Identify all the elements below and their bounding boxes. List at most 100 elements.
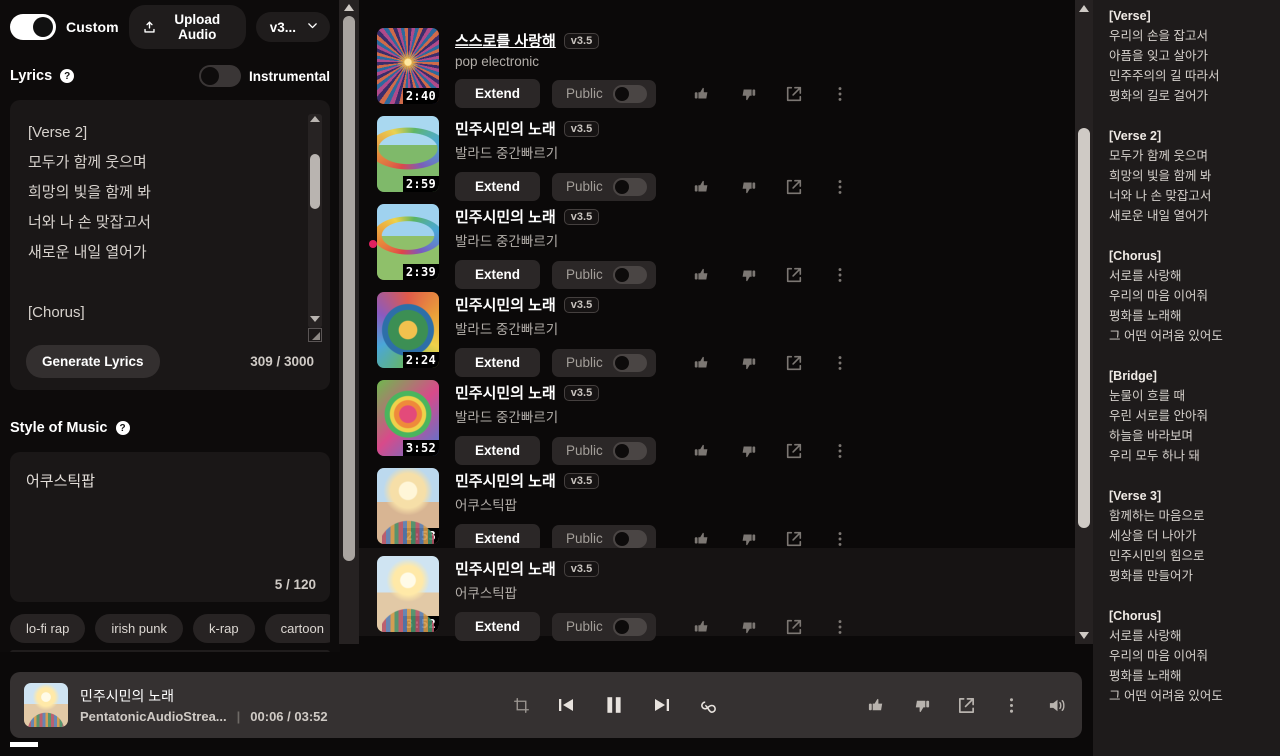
table-row[interactable]: 2:39 민주시민의 노래 v3.5 발라드 중간빠르기 Extend Public [359, 196, 1075, 289]
song-title[interactable]: 민주시민의 노래 [455, 558, 556, 579]
lyrics-textarea[interactable]: [Verse 2] 모두가 함께 웃으며 희망의 빛을 함께 봐 너와 나 손 … [28, 118, 314, 323]
lyrics-scroll-thumb[interactable] [310, 154, 320, 209]
song-thumbnail[interactable]: 2:59 [377, 116, 439, 192]
public-switch[interactable] [612, 529, 647, 548]
public-switch[interactable] [612, 177, 647, 196]
more-options-icon[interactable] [830, 353, 850, 373]
thumbs-down-icon[interactable] [912, 696, 931, 715]
table-row[interactable]: 2:24 민주시민의 노래 v3.5 발라드 중간빠르기 Extend Public [359, 284, 1075, 377]
extend-button[interactable]: Extend [455, 612, 541, 641]
next-icon[interactable] [652, 695, 672, 715]
thumbs-down-icon[interactable] [738, 353, 758, 373]
thumbs-down-icon[interactable] [738, 617, 758, 637]
more-options-icon[interactable] [830, 441, 850, 461]
public-switch[interactable] [612, 84, 647, 103]
share-icon[interactable] [784, 529, 804, 549]
song-title[interactable]: 민주시민의 노래 [455, 382, 556, 403]
lyrics-panel-scroll-thumb[interactable] [1078, 128, 1090, 528]
song-info: 민주시민의 노래 v3.5 발라드 중간빠르기 Extend Public [455, 116, 1075, 201]
thumbs-up-icon[interactable] [692, 84, 712, 104]
chips-horizontal-scrollbar[interactable] [10, 650, 330, 652]
scroll-up-icon[interactable] [310, 116, 320, 126]
thumbs-up-icon[interactable] [692, 177, 712, 197]
table-row[interactable]: 2:28 Extend Public [359, 0, 1075, 20]
more-options-icon[interactable] [830, 617, 850, 637]
song-thumbnail[interactable]: 2:24 [377, 292, 439, 368]
share-icon[interactable] [784, 84, 804, 104]
upload-audio-button[interactable]: Upload Audio [128, 5, 246, 49]
more-options-icon[interactable] [830, 84, 850, 104]
scroll-up-icon[interactable] [1079, 5, 1089, 12]
song-title[interactable]: 민주시민의 노래 [455, 470, 556, 491]
scroll-up-icon[interactable] [344, 4, 354, 11]
style-chip[interactable]: lo-fi rap [10, 613, 86, 643]
lyrics-panel-scrollbar[interactable] [1075, 0, 1093, 644]
song-thumbnail[interactable]: 3:52 [377, 380, 439, 456]
song-thumbnail[interactable]: 3:52 [377, 556, 439, 632]
thumbs-up-icon[interactable] [867, 696, 886, 715]
player-thumbnail[interactable] [24, 683, 68, 727]
more-options-icon[interactable] [830, 177, 850, 197]
public-visibility-toggle[interactable]: Public [552, 79, 656, 108]
public-switch[interactable] [612, 441, 647, 460]
table-row[interactable]: 3:52 민주시민의 노래 v3.5 발라드 중간빠르기 Extend Public [359, 372, 1075, 465]
song-title[interactable]: 민주시민의 노래 [455, 206, 556, 227]
song-thumbnail[interactable]: 2:53 [377, 468, 439, 544]
volume-icon[interactable] [1047, 696, 1068, 715]
scroll-down-icon[interactable] [1079, 632, 1089, 639]
public-visibility-toggle[interactable]: Public [552, 612, 656, 641]
public-switch[interactable] [612, 617, 647, 636]
thumbs-up-icon[interactable] [692, 353, 712, 373]
instrumental-toggle[interactable] [198, 65, 241, 87]
share-icon[interactable] [784, 441, 804, 461]
table-row[interactable]: 2:40 스스로를 사랑해 v3.5 pop electronic Extend Publ… [359, 20, 1075, 108]
thumbs-up-icon[interactable] [692, 441, 712, 461]
thumbs-down-icon[interactable] [738, 441, 758, 461]
share-icon[interactable] [784, 353, 804, 373]
scroll-down-icon[interactable] [310, 316, 320, 326]
textarea-resize-handle[interactable] [308, 328, 322, 342]
song-title[interactable]: 민주시민의 노래 [455, 118, 556, 139]
style-chip[interactable]: k-rap [193, 613, 255, 643]
thumbs-down-icon[interactable] [738, 529, 758, 549]
more-options-icon[interactable] [1002, 696, 1021, 715]
crop-icon[interactable] [513, 697, 530, 714]
share-icon[interactable] [784, 617, 804, 637]
song-title[interactable]: 민주시민의 노래 [455, 294, 556, 315]
song-thumbnail[interactable]: 2:40 [377, 28, 439, 104]
thumbs-up-icon[interactable] [692, 529, 712, 549]
table-row[interactable]: 2:59 민주시민의 노래 v3.5 발라드 중간빠르기 Extend Public [359, 108, 1075, 201]
more-options-icon[interactable] [830, 529, 850, 549]
thumbs-down-icon[interactable] [738, 177, 758, 197]
more-options-icon[interactable] [830, 265, 850, 285]
previous-icon[interactable] [556, 695, 576, 715]
table-row[interactable]: 3:52 민주시민의 노래 v3.5 어쿠스틱팝 Extend Public [359, 548, 1075, 641]
extend-button[interactable]: Extend [455, 79, 541, 108]
model-version-select[interactable]: v3... [255, 12, 330, 42]
share-icon[interactable] [957, 696, 976, 715]
style-chip[interactable]: cartoon [264, 613, 330, 643]
lyrics-scrollbar[interactable] [308, 114, 322, 328]
share-icon[interactable] [784, 177, 804, 197]
public-switch[interactable] [612, 353, 647, 372]
lyrics-help-icon[interactable]: ? [60, 69, 75, 83]
thumbs-down-icon[interactable] [738, 84, 758, 104]
thumbs-up-icon[interactable] [692, 265, 712, 285]
infinity-icon[interactable] [698, 696, 719, 715]
song-thumbnail[interactable]: 2:39 [377, 204, 439, 280]
create-panel-scrollbar[interactable] [339, 0, 359, 644]
custom-mode-toggle[interactable] [10, 14, 56, 40]
thumbs-down-icon[interactable] [738, 265, 758, 285]
style-textarea[interactable]: 어쿠스틱팝 [26, 470, 314, 491]
player-progress-bar[interactable] [10, 742, 1082, 747]
table-row[interactable]: 2:53 민주시민의 노래 v3.5 어쿠스틱팝 Extend Public [359, 460, 1075, 553]
generate-lyrics-button[interactable]: Generate Lyrics [26, 345, 160, 378]
style-chip[interactable]: irish punk [95, 613, 183, 643]
song-title[interactable]: 스스로를 사랑해 [455, 30, 556, 51]
public-switch[interactable] [612, 265, 647, 284]
thumbs-up-icon[interactable] [692, 617, 712, 637]
share-icon[interactable] [784, 265, 804, 285]
style-help-icon[interactable]: ? [115, 421, 130, 435]
pause-icon[interactable] [602, 693, 626, 717]
create-panel-scroll-thumb[interactable] [343, 16, 355, 561]
